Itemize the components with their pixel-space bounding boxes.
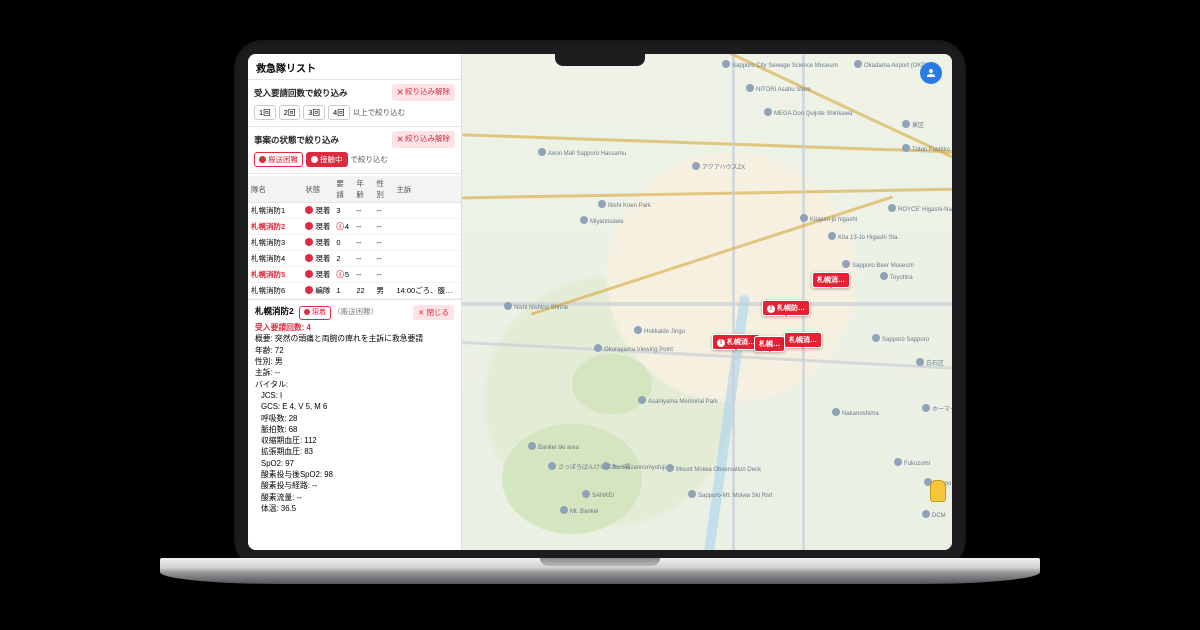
map-poi: Hokkaido Jingu <box>634 326 685 335</box>
map-marker[interactable]: 札幌消… <box>784 332 822 348</box>
vital-jcs: JCS: I <box>255 390 454 401</box>
sidebar: 救急隊リスト 受入要請回数で絞り込み 🗙 絞り込み解除 1回2回3回4回以上で絞… <box>248 54 462 550</box>
map-poi: Okurayama Viewing Point <box>594 344 673 353</box>
filter2-opt-difficult[interactable]: 搬送困難 <box>254 152 303 167</box>
map-poi: Triton Fushiko <box>902 144 950 153</box>
map-poi: Asahiyama Memorial Park <box>638 396 718 405</box>
detail-complaint: 主訴: -- <box>255 367 454 378</box>
map-poi: Aeon Mall Sapporo Hassamu <box>538 148 626 157</box>
detail-vitals-label: バイタル: <box>255 379 454 390</box>
vital-rr: 呼吸数: 28 <box>255 413 454 424</box>
map-poi: Sapporo Beer Museum <box>842 260 914 269</box>
filter-request-count: 受入要請回数で絞り込み 🗙 絞り込み解除 1回2回3回4回以上で絞り込む <box>248 79 461 126</box>
map-poi: Nishi Koen Park <box>598 200 651 209</box>
table-row[interactable]: 札幌消防6 編隊122男14:00ごろ、腹臥位で倒れ… <box>248 283 461 299</box>
map-poi: Kitajuni-jo higashi <box>800 214 857 223</box>
map-poi: Fukuzumi <box>894 458 930 467</box>
filter1-pill-4[interactable]: 4回 <box>328 105 350 120</box>
filter1-pill-3[interactable]: 3回 <box>303 105 325 120</box>
map-poi: Okadama Airport (OKD) <box>854 60 928 69</box>
col-sex: 性別 <box>373 176 393 203</box>
map-poi: ROYCE' Higashi-Naebo Store <box>888 204 952 213</box>
map-poi: 東区 <box>902 120 924 129</box>
detail-sex: 性別: 男 <box>255 356 454 367</box>
col-name: 隊名 <box>248 176 302 203</box>
detail-summary: 概要: 突然の頭痛と両腕の痺れを主訴に救急要請 <box>255 333 454 344</box>
map[interactable]: Sapporo City Sewage Science Museum Okadam… <box>462 54 952 550</box>
map-poi: Mt. Bankei <box>560 506 598 515</box>
map-poi: Mount Moiwa Observation Deck <box>666 464 761 473</box>
vital-gcs: GCS: E 4, V 5, M 6 <box>255 401 454 412</box>
map-poi: アクアハウスZX <box>692 162 745 171</box>
notch <box>555 52 645 66</box>
user-icon <box>925 67 937 79</box>
panel-title: 救急隊リスト <box>248 54 461 79</box>
map-poi: NITORI Asabu Store <box>746 84 811 93</box>
map-poi: Bankei ski area <box>528 442 579 451</box>
app-screen: 救急隊リスト 受入要請回数で絞り込み 🗙 絞り込み解除 1回2回3回4回以上で絞… <box>248 54 952 550</box>
map-poi: Sapporo-Mt. Moiwa Ski Rsrt <box>688 490 773 499</box>
squad-table: 隊名 状態 要請 年齢 性別 主訴 札幌消防1 現着3----札幌消防2 現着ⓘ… <box>248 176 461 299</box>
filter2-suffix: で絞り込む <box>351 154 389 165</box>
detail-panel: 札幌消防2 現着 （搬送困難） ✕ 閉じる 受入要請回数: 4 概要: 突然の頭… <box>248 299 461 519</box>
filter1-pill-2[interactable]: 2回 <box>279 105 301 120</box>
vital-dbp: 拡張期血圧: 83 <box>255 446 454 457</box>
laptop-base <box>160 558 1040 592</box>
map-poi: 白石区 <box>916 358 944 367</box>
map-poi: Sapporo Sapporo <box>872 334 929 343</box>
map-poi: MEGA Don Quijote Shinkawa <box>764 108 852 117</box>
table-row[interactable]: 札幌消防3 現着0---- <box>248 235 461 251</box>
filter2-opt-contact[interactable]: 接触中 <box>306 152 348 167</box>
table-row[interactable]: 札幌消防1 現着3---- <box>248 203 461 219</box>
detail-name: 札幌消防2 <box>255 306 294 316</box>
detail-req-count: 受入要請回数: 4 <box>255 322 454 333</box>
map-poi: SANKEI <box>582 490 614 499</box>
map-marker[interactable]: 札幌… <box>754 336 785 352</box>
table-row[interactable]: 札幌消防2 現着ⓘ4---- <box>248 219 461 235</box>
map-poi: DCM <box>922 510 946 519</box>
filter2-clear-button[interactable]: 🗙 絞り込み解除 <box>392 131 455 148</box>
filter1-clear-button[interactable]: 🗙 絞り込み解除 <box>392 84 455 101</box>
map-poi: ホーマック南郷通店 <box>922 404 952 413</box>
vital-temp: 体温: 36.5 <box>255 503 454 514</box>
col-req: 要請 <box>333 176 353 203</box>
map-poi: Kita 13-Jo Higashi Sta. <box>828 232 899 241</box>
squad-table-wrap: 隊名 状態 要請 年齢 性別 主訴 札幌消防1 現着3----札幌消防2 現着ⓘ… <box>248 173 461 299</box>
table-row[interactable]: 札幌消防5 現着ⓘ5---- <box>248 267 461 283</box>
filter1-pill-1[interactable]: 1回 <box>254 105 276 120</box>
col-complaint: 主訴 <box>393 176 461 203</box>
map-poi: Nishi Nishino Shrine <box>504 302 568 311</box>
detail-age: 年齢: 72 <box>255 345 454 356</box>
map-poi: さっぽろばんけいスキー場 <box>548 462 630 471</box>
vital-hr: 脈拍数: 68 <box>255 424 454 435</box>
vital-flow: 酸素流量: -- <box>255 492 454 503</box>
vital-spo2o: 酸素投与後SpO2: 98 <box>255 469 454 480</box>
laptop-frame: 救急隊リスト 受入要請回数で絞り込み 🗙 絞り込み解除 1回2回3回4回以上で絞… <box>234 40 966 568</box>
col-state: 状態 <box>302 176 333 203</box>
map-poi: Nakanoshima <box>832 408 879 417</box>
map-poi: Sapporo City Sewage Science Museum <box>722 60 838 69</box>
detail-tag: （搬送困難） <box>333 307 378 316</box>
filter-status: 事案の状態で絞り込み 🗙 絞り込み解除 搬送困難 接触中 で絞り込む <box>248 126 461 173</box>
map-marker[interactable]: !札幌防… <box>762 300 810 316</box>
filter1-suffix: 以上で絞り込む <box>353 107 406 118</box>
user-avatar[interactable] <box>920 62 942 84</box>
table-row[interactable]: 札幌消防4 現着2---- <box>248 251 461 267</box>
filter1-label: 受入要請回数で絞り込み <box>254 87 348 99</box>
detail-close-button[interactable]: ✕ 閉じる <box>413 305 454 320</box>
vital-spo2: SpO2: 97 <box>255 458 454 469</box>
col-age: 年齢 <box>353 176 373 203</box>
map-marker[interactable]: 札幌消… <box>812 272 850 288</box>
vital-sbp: 収縮期血圧: 112 <box>255 435 454 446</box>
map-poi: Toyohira <box>880 272 913 281</box>
detail-status-badge: 現着 <box>299 306 331 320</box>
map-marker[interactable]: !札幌消… <box>712 334 760 350</box>
pegman-icon[interactable] <box>930 480 946 502</box>
vital-route: 酸素投与経路: -- <box>255 480 454 491</box>
map-poi: Miyanosawa <box>580 216 623 225</box>
filter2-label: 事案の状態で絞り込み <box>254 134 339 146</box>
